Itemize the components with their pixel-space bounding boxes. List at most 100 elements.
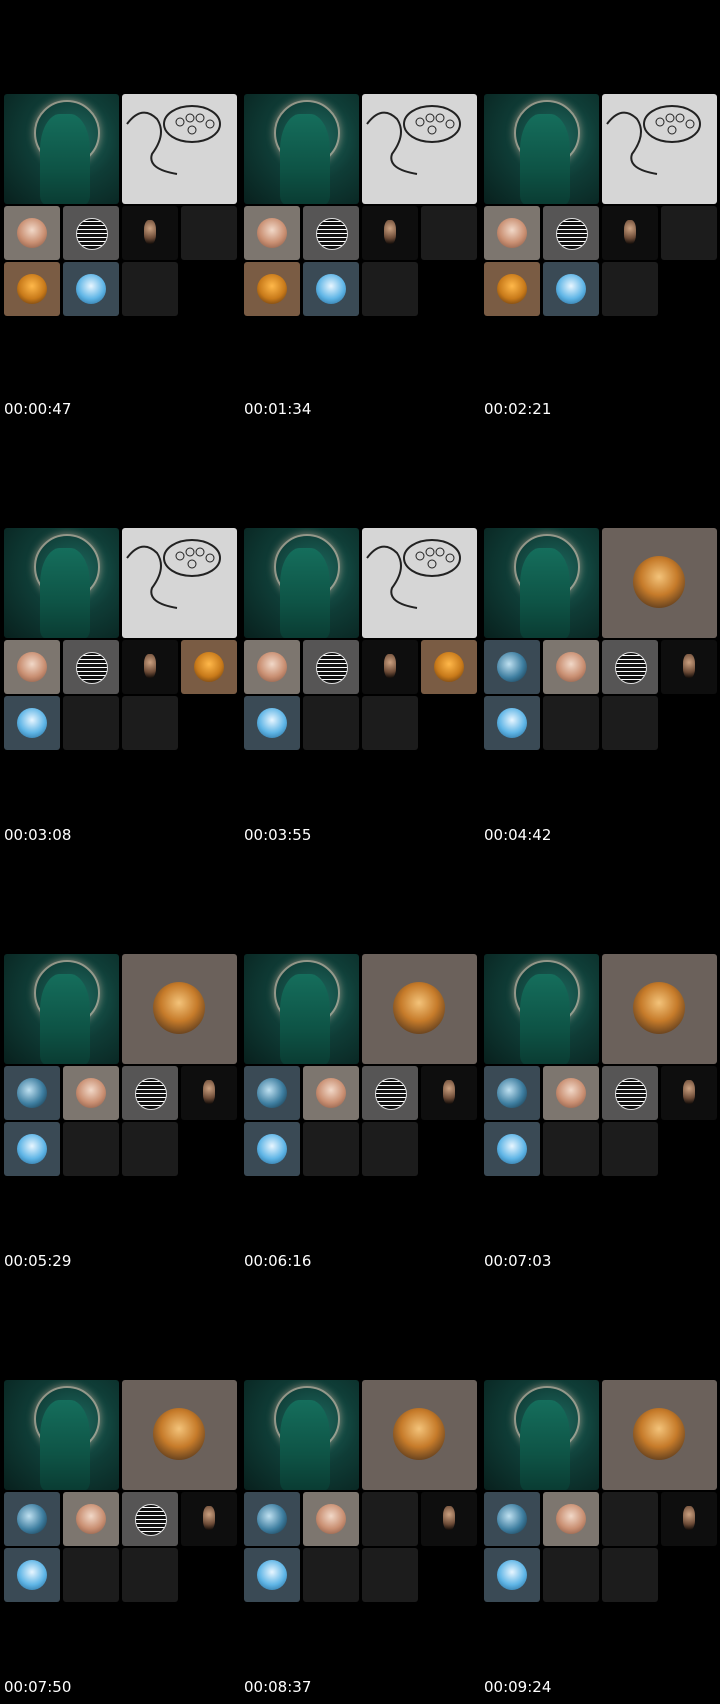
participant-tile[interactable] — [484, 696, 540, 750]
avatar — [17, 218, 47, 248]
active-speaker-tile[interactable] — [602, 1380, 717, 1490]
main-video-tile[interactable] — [244, 528, 359, 638]
participant-tile[interactable] — [484, 1492, 540, 1546]
main-video-tile[interactable] — [484, 94, 599, 204]
participant-tile[interactable] — [303, 1066, 359, 1120]
frame-1 — [4, 94, 240, 354]
participant-tile[interactable] — [602, 206, 658, 260]
empty-tile — [543, 696, 599, 750]
whiteboard-share-tile[interactable] — [122, 528, 237, 638]
participant-tile[interactable] — [122, 640, 178, 694]
participant-tile[interactable] — [4, 640, 60, 694]
participant-tile[interactable] — [303, 1492, 359, 1546]
participant-tile[interactable] — [543, 262, 599, 316]
participant-tile[interactable] — [602, 640, 658, 694]
participant-tile[interactable] — [4, 206, 60, 260]
participant-tile[interactable] — [543, 206, 599, 260]
main-video-tile[interactable] — [244, 94, 359, 204]
participant-tile[interactable] — [303, 262, 359, 316]
participant-tile[interactable] — [543, 1492, 599, 1546]
avatar — [257, 708, 287, 738]
participant-tile[interactable] — [122, 1066, 178, 1120]
participant-tile[interactable] — [543, 640, 599, 694]
figure-image — [520, 1400, 570, 1490]
main-video-tile[interactable] — [4, 954, 119, 1064]
participant-tile[interactable] — [4, 262, 60, 316]
participant-face — [203, 1506, 215, 1530]
main-video-tile[interactable] — [484, 1380, 599, 1490]
participant-tile[interactable] — [244, 262, 300, 316]
participant-tile[interactable] — [661, 1066, 717, 1120]
participant-tile[interactable] — [63, 640, 119, 694]
main-video-tile[interactable] — [4, 528, 119, 638]
participant-tile[interactable] — [244, 206, 300, 260]
participant-tile[interactable] — [421, 1066, 477, 1120]
participant-tile[interactable] — [484, 1122, 540, 1176]
participant-tile[interactable] — [484, 1548, 540, 1602]
avatar — [257, 1504, 287, 1534]
participant-tile[interactable] — [4, 1122, 60, 1176]
avatar — [257, 218, 287, 248]
participant-tile[interactable] — [484, 206, 540, 260]
participant-tile[interactable] — [602, 1066, 658, 1120]
active-speaker-tile[interactable] — [122, 1380, 237, 1490]
participant-tile[interactable] — [244, 696, 300, 750]
main-video-tile[interactable] — [4, 1380, 119, 1490]
participant-tile[interactable] — [303, 640, 359, 694]
avatar — [76, 1078, 106, 1108]
participant-tile[interactable] — [181, 640, 237, 694]
participant-tile[interactable] — [661, 640, 717, 694]
participant-tile[interactable] — [421, 640, 477, 694]
timestamp-label: 00:07:03 — [484, 1252, 552, 1270]
participant-tile[interactable] — [181, 1066, 237, 1120]
active-speaker-tile[interactable] — [602, 954, 717, 1064]
participant-tile[interactable] — [362, 206, 418, 260]
participant-tile[interactable] — [484, 1066, 540, 1120]
main-video-tile[interactable] — [244, 954, 359, 1064]
participant-tile[interactable] — [303, 206, 359, 260]
participant-tile[interactable] — [244, 1548, 300, 1602]
whiteboard-share-tile[interactable] — [362, 94, 477, 204]
participant-tile[interactable] — [543, 1066, 599, 1120]
avatar — [393, 1408, 445, 1460]
participant-tile[interactable] — [4, 1548, 60, 1602]
participant-tile[interactable] — [122, 1492, 178, 1546]
participant-tile[interactable] — [244, 1066, 300, 1120]
participant-tile[interactable] — [63, 1066, 119, 1120]
participant-tile[interactable] — [362, 640, 418, 694]
empty-tile — [362, 1548, 418, 1602]
active-speaker-tile[interactable] — [362, 954, 477, 1064]
figure-image — [280, 114, 330, 204]
participant-tile[interactable] — [63, 262, 119, 316]
participant-tile[interactable] — [4, 1066, 60, 1120]
participant-tile[interactable] — [63, 206, 119, 260]
participant-tile[interactable] — [484, 262, 540, 316]
main-video-tile[interactable] — [244, 1380, 359, 1490]
whiteboard-share-tile[interactable] — [122, 94, 237, 204]
main-video-tile[interactable] — [484, 954, 599, 1064]
empty-tile — [362, 696, 418, 750]
participant-tile[interactable] — [4, 696, 60, 750]
participant-tile[interactable] — [362, 1066, 418, 1120]
participant-tile[interactable] — [244, 1122, 300, 1176]
whiteboard-share-tile[interactable] — [362, 528, 477, 638]
timestamp-label: 00:04:42 — [484, 826, 552, 844]
participant-tile[interactable] — [661, 1492, 717, 1546]
participant-tile[interactable] — [181, 1492, 237, 1546]
empty-tile — [543, 1548, 599, 1602]
active-speaker-tile[interactable] — [362, 1380, 477, 1490]
participant-tile[interactable] — [63, 1492, 119, 1546]
participant-face — [443, 1506, 455, 1530]
participant-tile[interactable] — [244, 1492, 300, 1546]
participant-tile[interactable] — [4, 1492, 60, 1546]
participant-tile[interactable] — [484, 640, 540, 694]
participant-tile[interactable] — [122, 206, 178, 260]
whiteboard-share-tile[interactable] — [602, 94, 717, 204]
active-speaker-tile[interactable] — [602, 528, 717, 638]
participant-tile[interactable] — [244, 640, 300, 694]
main-video-tile[interactable] — [484, 528, 599, 638]
main-video-tile[interactable] — [4, 94, 119, 204]
avatar — [556, 274, 586, 304]
participant-tile[interactable] — [421, 1492, 477, 1546]
active-speaker-tile[interactable] — [122, 954, 237, 1064]
